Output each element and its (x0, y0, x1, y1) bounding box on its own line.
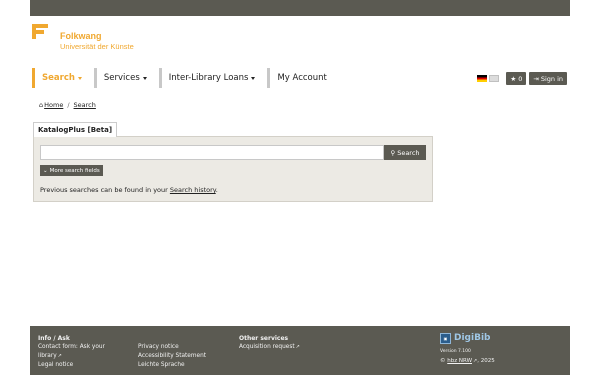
acquisition-request-link[interactable]: Acquisition request↗ (239, 343, 300, 352)
copyright-text: © hbz NRW↗, 2025 (440, 357, 495, 366)
previous-searches-suffix: . (215, 186, 218, 194)
nav-item-inter-library-loans[interactable]: Inter-Library Loans (158, 68, 263, 88)
top-bar (30, 0, 570, 16)
favorites-button[interactable]: ★ 0 (506, 72, 527, 85)
digibib-logo[interactable]: ▣ DigiBib (440, 332, 495, 345)
legal-notice-link[interactable]: Legal notice (38, 361, 128, 370)
caret-down-icon (251, 76, 256, 80)
acquisition-request-label: Acquisition request (239, 344, 295, 350)
footer-other-services-column: Other services Acquisition request↗ (239, 334, 300, 352)
footer-info-column: Info / Ask Contact form: Ask your librar… (38, 334, 128, 370)
copyright-suffix: , 2025 (477, 358, 495, 364)
privacy-notice-link[interactable]: Privacy notice (138, 343, 206, 352)
version-text: Version 7.100 (440, 349, 471, 354)
folkwang-logo-icon (32, 24, 48, 39)
contact-form-label: Contact form: Ask your library (38, 344, 105, 359)
digibib-logo-icon: ▣ (440, 333, 451, 344)
nav-item-label: Inter-Library Loans (168, 73, 249, 83)
previous-searches-label: Previous searches can be found in your (40, 186, 170, 194)
search-button[interactable]: ⚲ Search (384, 145, 426, 160)
english-flag-icon[interactable] (489, 75, 500, 82)
favorites-count: 0 (518, 74, 523, 83)
logo-line-2: Universität der Künste (60, 42, 134, 51)
nav-item-label: Services (103, 73, 140, 83)
signin-button[interactable]: ⇥ Sign in (529, 72, 567, 85)
main-navigation: Search Services Inter-Library Loans My A… (32, 68, 339, 88)
footer-digibib-column: ▣ DigiBib Version 7.100 © hbz NRW↗, 2025 (440, 332, 495, 366)
search-button-label: Search (397, 148, 420, 157)
nav-item-search[interactable]: Search (32, 68, 89, 88)
breadcrumb-separator: / (67, 101, 70, 109)
star-icon: ★ (510, 74, 517, 83)
search-history-link[interactable]: Search history (170, 186, 216, 194)
nav-item-my-account[interactable]: My Account (267, 68, 333, 88)
nav-item-label: My Account (277, 73, 327, 83)
tab-katalogplus[interactable]: KatalogPlus [Beta] (33, 122, 117, 137)
more-search-fields-label: More search fields (49, 167, 100, 174)
signin-icon: ⇥ (533, 74, 539, 83)
external-link-icon: ↗ (295, 344, 300, 350)
contact-form-link[interactable]: Contact form: Ask your library↗ (38, 343, 128, 361)
home-icon: ⌂ (39, 101, 44, 109)
easy-language-link[interactable]: Leichte Sprache (138, 361, 206, 370)
caret-down-icon (77, 76, 82, 80)
footer-info-heading: Info / Ask (38, 335, 70, 342)
logo-text: Folkwang Universität der Künste (60, 24, 134, 51)
external-link-icon: ↗ (57, 353, 62, 359)
page: Folkwang Universität der Künste Search S… (30, 0, 570, 375)
search-icon: ⚲ (390, 148, 396, 157)
nav-item-services[interactable]: Services (93, 68, 154, 88)
footer-other-services-heading: Other services (239, 335, 289, 342)
utility-navigation: ★ 0 ⇥ Sign in (477, 72, 567, 85)
search-input[interactable] (40, 145, 384, 160)
previous-searches-text: Previous searches can be found in your S… (40, 186, 218, 194)
breadcrumb: ⌂ Home / Search (39, 101, 96, 109)
digibib-name: DigiBib (454, 333, 491, 343)
chevron-down-icon: ⌄ (43, 167, 48, 174)
signin-label: Sign in (540, 74, 563, 83)
nav-item-label: Search (42, 73, 75, 83)
search-panel: ⚲ Search ⌄ More search fields Previous s… (33, 136, 433, 202)
footer-policies-column: Privacy notice Accessibility Statement L… (138, 343, 206, 370)
breadcrumb-home-link[interactable]: Home (44, 101, 63, 109)
caret-down-icon (142, 76, 147, 80)
more-search-fields-button[interactable]: ⌄ More search fields (40, 165, 103, 176)
folkwang-logo[interactable]: Folkwang Universität der Künste (32, 24, 134, 52)
logo-line-1: Folkwang (60, 31, 102, 41)
accessibility-statement-link[interactable]: Accessibility Statement (138, 352, 206, 361)
footer: Info / Ask Contact form: Ask your librar… (30, 326, 570, 375)
hbz-nrw-link[interactable]: hbz NRW (447, 358, 472, 364)
german-flag-icon[interactable] (477, 75, 488, 82)
breadcrumb-search-link[interactable]: Search (74, 101, 96, 109)
